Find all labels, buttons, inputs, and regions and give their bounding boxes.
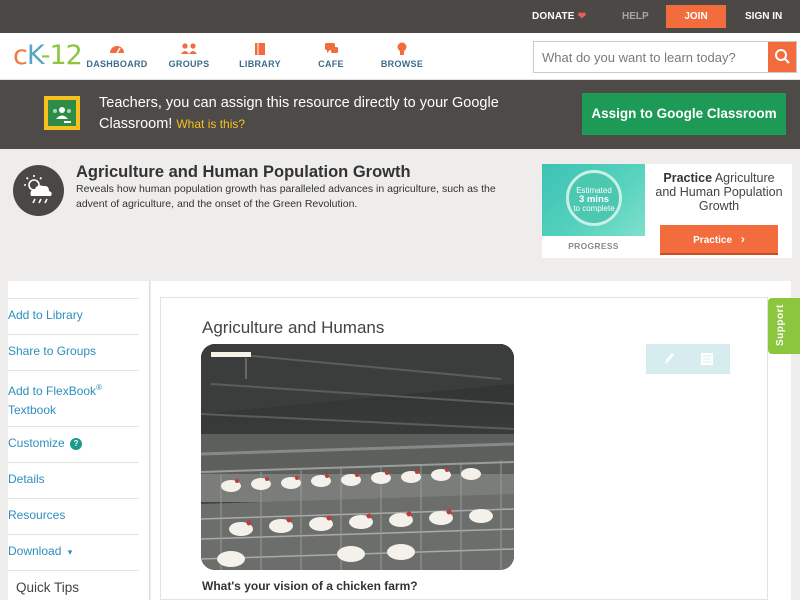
concept-header: Agriculture and Human Population Growth … [0,149,800,280]
classroom-banner-text: Teachers, you can assign this resource d… [99,95,499,132]
estimated-time-ring: Estimated 3 mins to complete [566,170,622,226]
nav-library[interactable]: LIBRARY [225,41,295,69]
heart-icon: ❤ [577,11,587,22]
photo-caption: What's your vision of a chicken farm? [202,579,418,593]
search-icon [775,49,790,64]
chevron-right-icon: › [740,232,745,246]
sidebar-download[interactable]: Download ▾ [8,542,131,562]
sidebar-customize[interactable]: Customize ? [8,434,131,453]
caret-down-icon: ▾ [67,547,73,557]
sidebar-divider [8,298,139,299]
estimated-time-badge: Estimated 3 mins to complete [542,164,645,236]
cafe-chat-icon [325,43,338,53]
join-button[interactable]: JOIN [666,5,726,28]
donate-link[interactable]: DONATE ❤ [532,11,586,22]
sidebar-divider [8,370,139,371]
help-link[interactable]: HELP [622,11,649,22]
practice-button[interactable]: Practice › [660,225,778,255]
google-classroom-banner: Teachers, you can assign this resource d… [0,80,800,149]
assign-to-google-classroom-button[interactable]: Assign to Google Classroom [582,93,786,135]
pencil-icon[interactable] [662,351,676,367]
chicken-farm-photo [201,344,514,570]
sidebar-share-to-groups[interactable]: Share to Groups [8,342,131,361]
library-book-icon [255,43,265,55]
sidebar-details[interactable]: Details [8,470,131,489]
sidebar-add-to-flexbook[interactable]: Add to FlexBook® Textbook [8,378,131,420]
sidebar-resources[interactable]: Resources [8,506,131,525]
what-is-this-link[interactable]: What is this? [176,117,245,131]
sign-in-link[interactable]: SIGN IN [745,11,782,22]
sidebar-divider [8,570,139,571]
search-button[interactable] [768,42,796,72]
progress-label: PROGRESS [568,241,619,251]
concept-description: Reveals how human population growth has … [76,183,496,210]
dashboard-gauge-icon [110,46,124,54]
google-classroom-icon [44,96,80,130]
ck12-logo[interactable]: cK-12 [13,40,83,71]
top-bar: DONATE ❤ HELP JOIN SIGN IN [0,0,800,33]
sidebar-divider [8,334,139,335]
section-title: Agriculture and Humans [202,318,385,337]
nav-groups[interactable]: GROUPS [154,41,224,69]
sidebar-divider [8,426,139,427]
browse-bulb-icon [397,42,407,55]
search-box [533,41,797,73]
sidebar-add-to-library[interactable]: Add to Library [8,306,131,325]
quick-tips-heading: Quick Tips [16,580,80,595]
nav-dashboard[interactable]: DASHBOARD [82,41,152,69]
notes-icon[interactable] [700,352,714,366]
nav-browse[interactable]: BROWSE [367,41,437,69]
help-question-icon[interactable]: ? [70,438,83,450]
sidebar-divider [8,462,139,463]
content-tools [646,344,730,374]
search-input[interactable] [534,42,764,72]
sidebar-divider [8,498,139,499]
weather-cloud-icon [13,165,64,216]
concept-title: Agriculture and Human Population Growth [76,163,411,181]
practice-card: Estimated 3 mins to complete PROGRESS Pr… [542,164,792,258]
main-nav: cK-12 DASHBOARD GROUPS LIBRARY CAFE BROW… [0,33,800,80]
groups-people-icon [181,43,197,54]
sidebar-divider [8,534,139,535]
nav-cafe[interactable]: CAFE [296,41,366,69]
practice-title: Practice Agriculture and Human Populatio… [655,171,783,213]
support-tab[interactable]: Support [768,298,800,354]
